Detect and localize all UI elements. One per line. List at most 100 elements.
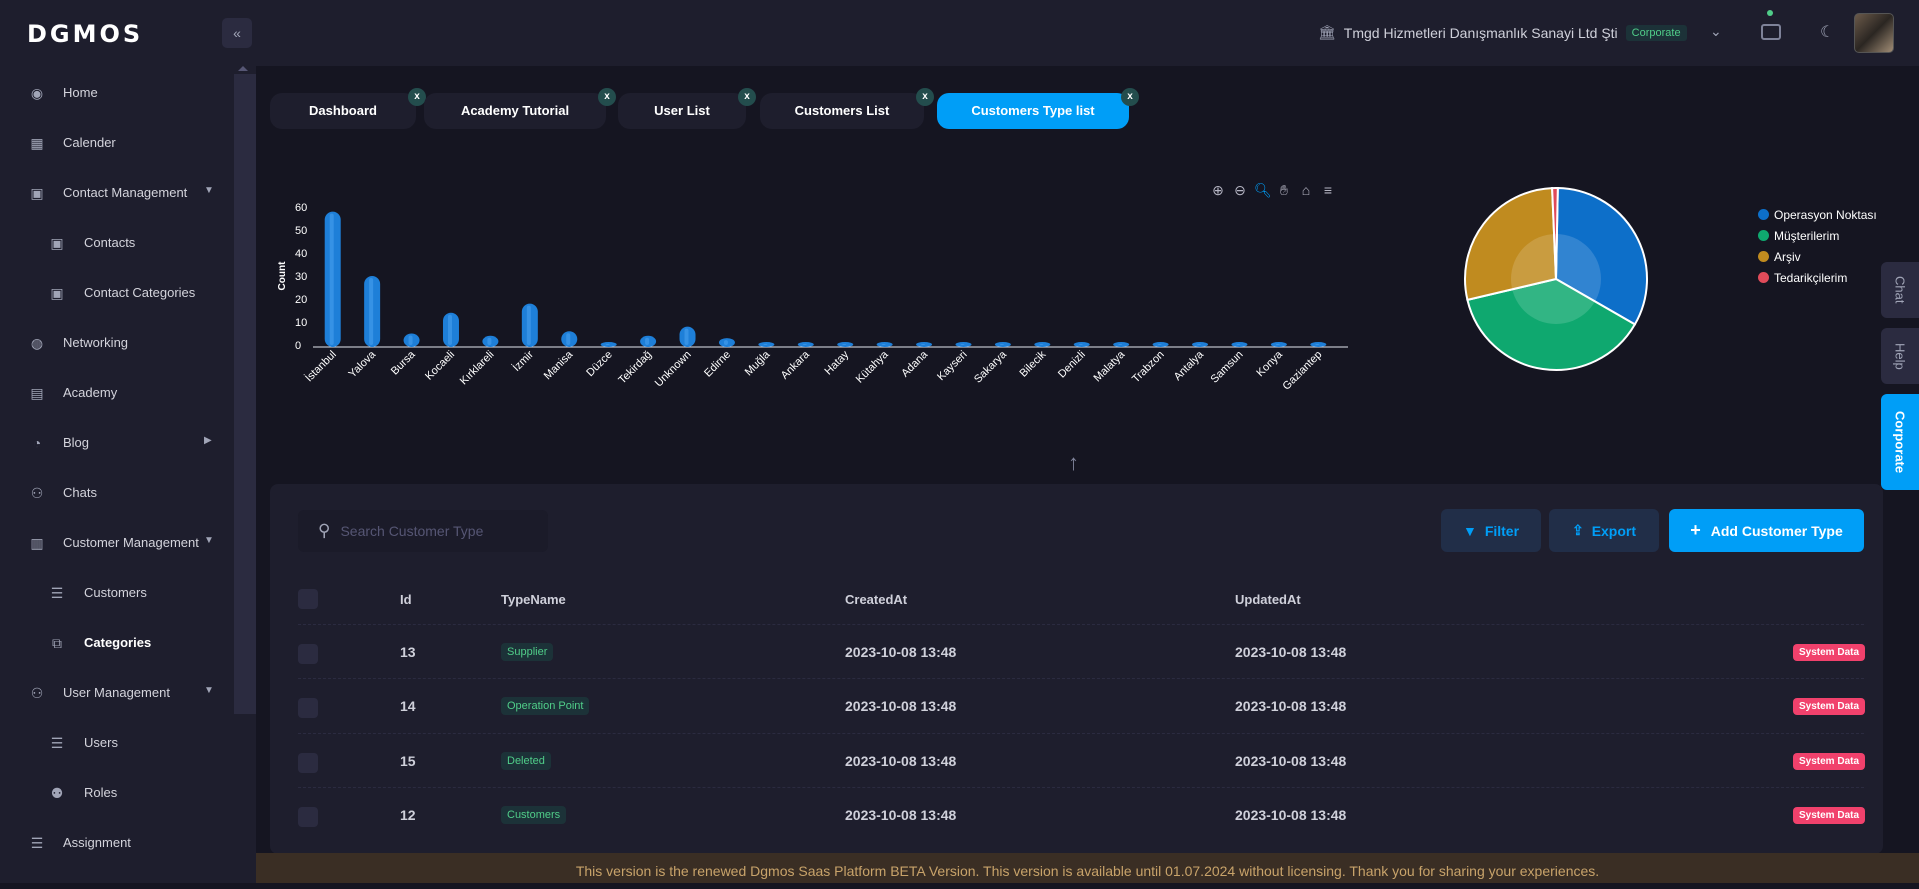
legend-marker: [1758, 209, 1769, 220]
sidebar-item-calender[interactable]: ▦ Calender: [0, 118, 256, 168]
sidebar-item-academy[interactable]: ▤ Academy: [0, 368, 256, 418]
bar-highlight: [1197, 344, 1202, 345]
legend-item[interactable]: Müşterilerim: [1758, 225, 1877, 246]
export-button[interactable]: ⇪ Export: [1549, 509, 1659, 552]
beta-notice: This version is the renewed Dgmos Saas P…: [256, 853, 1919, 883]
sidebar-item-home[interactable]: ◉ Home: [0, 68, 256, 118]
row-divider: [298, 678, 1864, 679]
sidebar-item-customer-management[interactable]: ▥ Customer Management ▼: [0, 518, 256, 568]
company-selector[interactable]: 🏛 Tmgd Hizmetleri Danışmanlık Sanayi Ltd…: [1318, 24, 1687, 41]
legend-item[interactable]: Operasyon Noktası: [1758, 204, 1877, 225]
sidebar-item-label: Assignment: [63, 835, 131, 850]
help-side-tab[interactable]: Help: [1881, 328, 1919, 384]
bank-icon: 🏛: [1318, 24, 1336, 40]
arrow-up-icon[interactable]: ↑: [1068, 450, 1079, 476]
x-tick-label: Bilecik: [1017, 348, 1048, 379]
select-all-checkbox[interactable]: [298, 589, 318, 609]
cell-updated-at: 2023-10-08 13:48: [1235, 753, 1347, 769]
sidebar-item-contact-management[interactable]: ▣ Contact Management ▼: [0, 168, 256, 218]
search-placeholder: Search Customer Type: [340, 523, 484, 539]
column-header-id[interactable]: Id: [400, 592, 412, 607]
sidebar-item-chats[interactable]: ⚇ Chats: [0, 468, 256, 518]
legend-label: Operasyon Noktası: [1774, 207, 1877, 222]
collapse-sidebar-button[interactable]: «: [222, 18, 252, 48]
type-name-badge: Deleted: [501, 752, 551, 770]
chart-menu-icon[interactable]: ≡: [1320, 182, 1336, 199]
sidebar-item-blog[interactable]: ◔ Blog ▶: [0, 418, 256, 468]
zoom-in-icon[interactable]: ⊕: [1210, 182, 1226, 199]
sidebar-item-categories[interactable]: ⧉ Categories: [0, 618, 256, 668]
moon-icon[interactable]: ☾: [1820, 22, 1834, 42]
column-header-typename[interactable]: TypeName: [501, 592, 566, 607]
sidebar-item-user-management[interactable]: ⚇ User Management ▼: [0, 668, 256, 718]
y-tick-label: 60: [295, 202, 307, 214]
system-data-badge: System Data: [1793, 807, 1866, 824]
tab-dashboard[interactable]: Dashboard x: [270, 88, 426, 129]
sidebar-item-assignment[interactable]: ☰ Assignment: [0, 818, 256, 868]
corporate-side-tab[interactable]: Corporate: [1881, 394, 1919, 490]
close-tab-icon[interactable]: x: [916, 88, 934, 106]
sidebar-item-roles[interactable]: ⚉ Roles: [0, 768, 256, 818]
search-icon: ⚲: [318, 521, 331, 540]
x-tick-label: Samsun: [1209, 349, 1246, 386]
sidebar-item-customers[interactable]: ☰ Customers: [0, 568, 256, 618]
chevron-down-icon[interactable]: ⌄: [1710, 23, 1722, 40]
sidebar-item-networking[interactable]: ◍ Networking: [0, 318, 256, 368]
sidebar-menu: ◉ Home ▦ Calender ▣ Contact Management ▼ ▣ Conta…: [0, 68, 256, 868]
pie-chart: [1464, 186, 1648, 371]
bar-highlight: [763, 344, 768, 345]
tab-user-list[interactable]: User List x: [618, 88, 756, 129]
x-tick-label: Kütahya: [854, 348, 892, 386]
close-tab-icon[interactable]: x: [598, 88, 616, 106]
filter-button[interactable]: ▼ Filter: [1441, 509, 1541, 552]
zoom-out-icon[interactable]: ⊖: [1232, 182, 1248, 199]
avatar[interactable]: [1854, 13, 1894, 53]
add-customer-type-button[interactable]: + Add Customer Type: [1669, 509, 1864, 552]
tab-label: Dashboard: [309, 103, 377, 118]
tab-customers-list[interactable]: Customers List x: [760, 88, 934, 129]
tab-customers-type-list[interactable]: Customers Type list x: [937, 88, 1139, 129]
company-name: Tmgd Hizmetleri Danışmanlık Sanayi Ltd Ş…: [1343, 24, 1618, 41]
chat-side-tab[interactable]: Chat: [1881, 262, 1919, 318]
filter-icon: ▼: [1462, 522, 1477, 539]
sidebar-item-contact-categories[interactable]: ▣ Contact Categories: [0, 268, 256, 318]
x-tick-label: Düzce: [584, 349, 615, 380]
legend-marker: [1758, 230, 1769, 241]
sidebar-item-contacts[interactable]: ▣ Contacts: [0, 218, 256, 268]
tab-label: Academy Tutorial: [460, 103, 570, 118]
bar-highlight: [566, 333, 571, 345]
row-checkbox[interactable]: [298, 753, 318, 773]
reset-home-icon[interactable]: ⌂: [1298, 182, 1314, 199]
sidebar-item-label: Roles: [84, 785, 118, 800]
cell-created-at: 2023-10-08 13:48: [845, 698, 957, 714]
sidebar-item-users[interactable]: ☰ Users: [0, 718, 256, 768]
pan-hand-icon[interactable]: ✋︎: [1276, 182, 1292, 199]
close-tab-icon[interactable]: x: [738, 88, 756, 106]
y-tick-label: 0: [295, 340, 301, 352]
tab-academy-tutorial[interactable]: Academy Tutorial x: [424, 88, 616, 129]
list-icon: ☰: [50, 735, 64, 751]
row-checkbox[interactable]: [298, 644, 318, 664]
legend-item[interactable]: Tedarikçilerim: [1758, 267, 1877, 288]
account-type-badge: Corporate: [1625, 24, 1687, 41]
app-logo: DGMOS: [27, 20, 144, 48]
notification-dot: [1767, 10, 1773, 16]
bar-highlight: [605, 344, 610, 345]
x-tick-label: Hatay: [823, 348, 852, 377]
x-tick-label: Gaziantep: [1280, 349, 1324, 393]
bar-highlight: [408, 335, 413, 345]
x-tick-label: İstanbul: [302, 348, 338, 384]
message-icon[interactable]: [1761, 24, 1781, 40]
search-input[interactable]: ⚲ Search Customer Type: [298, 510, 548, 552]
row-checkbox[interactable]: [298, 698, 318, 718]
column-header-updatedat[interactable]: UpdatedAt: [1235, 592, 1301, 607]
legend-item[interactable]: Arşiv: [1758, 246, 1877, 267]
column-header-createdat[interactable]: CreatedAt: [845, 592, 907, 607]
sidebar-scrollbar[interactable]: [234, 66, 256, 714]
zoom-select-icon[interactable]: 🔍︎: [1254, 182, 1272, 199]
x-tick-label: Denizli: [1056, 349, 1088, 381]
row-checkbox[interactable]: [298, 807, 318, 827]
close-tab-icon[interactable]: x: [1121, 88, 1139, 106]
bar-highlight: [329, 213, 334, 345]
system-data-badge: System Data: [1793, 753, 1866, 770]
